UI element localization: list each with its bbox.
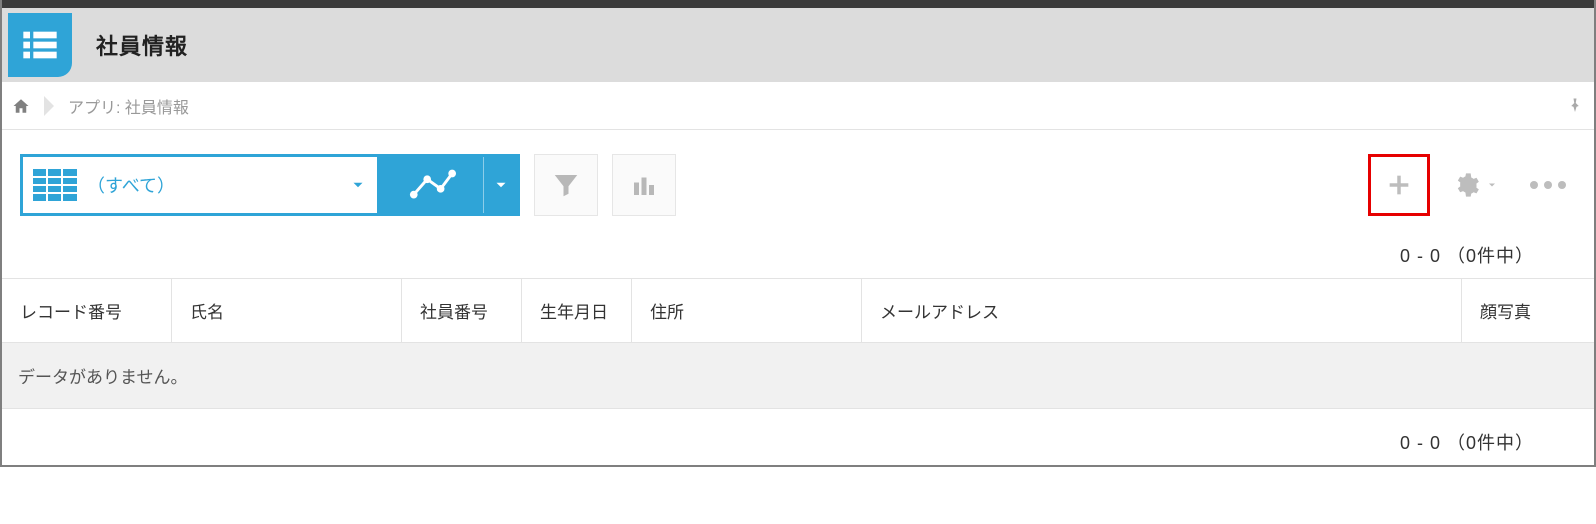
column-header[interactable]: 顔写真 — [1462, 279, 1594, 343]
table-header-row: レコード番号 氏名 社員番号 生年月日 住所 メールアドレス 顔写真 — [2, 279, 1594, 343]
bar-chart-icon — [629, 170, 659, 200]
more-menu-button[interactable] — [1520, 181, 1576, 189]
records-table: レコード番号 氏名 社員番号 生年月日 住所 メールアドレス 顔写真 データがあ… — [2, 278, 1594, 409]
window-titlebar — [2, 0, 1594, 8]
chevron-down-icon — [349, 176, 367, 194]
breadcrumb-separator-icon — [44, 96, 54, 116]
app-header: 社員情報 — [2, 8, 1594, 82]
home-icon[interactable] — [12, 97, 30, 115]
view-selector-label: （すべて） — [87, 172, 349, 198]
app-title: 社員情報 — [96, 29, 188, 61]
chevron-down-icon — [492, 176, 510, 194]
graph-dropdown[interactable] — [483, 157, 517, 213]
column-header[interactable]: 氏名 — [172, 279, 402, 343]
dots-icon — [1558, 181, 1566, 189]
pagination-top: 0 - 0 （0件中） — [2, 222, 1594, 278]
pagination-bottom: 0 - 0 （0件中） — [2, 409, 1594, 465]
gear-icon — [1452, 171, 1480, 199]
app-icon — [8, 13, 72, 77]
breadcrumb-current: アプリ: 社員情報 — [68, 94, 189, 118]
chart-button[interactable] — [612, 154, 676, 216]
graph-view-button[interactable] — [380, 154, 520, 216]
plus-icon — [1385, 171, 1413, 199]
column-header[interactable]: 住所 — [632, 279, 862, 343]
column-header[interactable]: メールアドレス — [862, 279, 1462, 343]
line-chart-icon — [408, 165, 456, 205]
chevron-down-icon — [1486, 179, 1498, 191]
funnel-icon — [551, 170, 581, 200]
filter-button[interactable] — [534, 154, 598, 216]
column-header[interactable]: 社員番号 — [402, 279, 522, 343]
pin-icon[interactable] — [1566, 97, 1584, 115]
dots-icon — [1530, 181, 1538, 189]
view-selector[interactable]: （すべて） — [20, 154, 380, 216]
table-view-icon — [33, 169, 77, 201]
column-header[interactable]: 生年月日 — [522, 279, 632, 343]
add-record-button[interactable] — [1368, 154, 1430, 216]
breadcrumb: アプリ: 社員情報 — [2, 82, 1594, 130]
settings-button[interactable] — [1452, 171, 1498, 199]
column-header[interactable]: レコード番号 — [2, 279, 172, 343]
dots-icon — [1544, 181, 1552, 189]
toolbar: （すべて） — [2, 130, 1594, 222]
empty-message: データがありません。 — [2, 343, 1594, 409]
